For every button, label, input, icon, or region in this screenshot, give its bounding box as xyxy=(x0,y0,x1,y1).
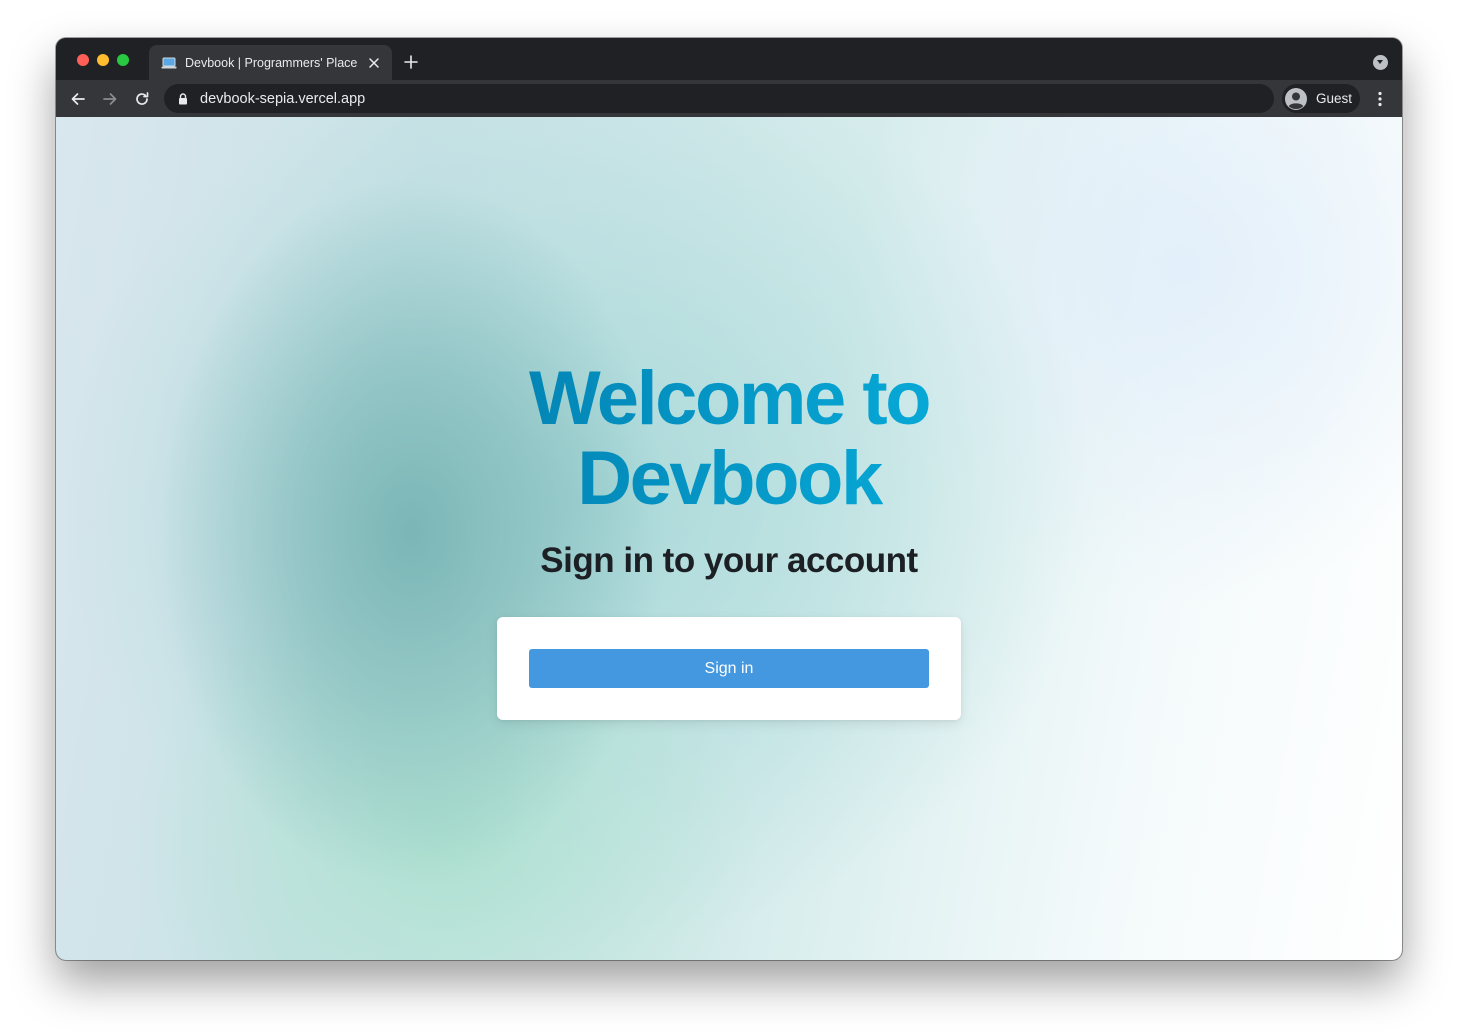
profile-name: Guest xyxy=(1316,91,1353,106)
minimize-window-button[interactable] xyxy=(97,54,109,66)
maximize-window-button[interactable] xyxy=(117,54,129,66)
browser-menu-button[interactable] xyxy=(1370,88,1390,110)
tab-close-icon[interactable] xyxy=(366,55,382,71)
address-bar[interactable]: devbook-sepia.vercel.app xyxy=(164,84,1274,113)
avatar-icon xyxy=(1285,87,1307,110)
close-window-button[interactable] xyxy=(77,54,89,66)
browser-window: Devbook | Programmers' Place devbook-sep… xyxy=(56,38,1402,960)
signin-subtitle: Sign in to your account xyxy=(540,541,918,580)
signin-card: Sign in xyxy=(497,617,961,720)
profile-button[interactable]: Guest xyxy=(1282,84,1360,113)
new-tab-button[interactable] xyxy=(400,51,422,73)
plus-icon xyxy=(404,55,418,69)
browser-toolbar: devbook-sepia.vercel.app Guest xyxy=(56,80,1402,117)
tab-title: Devbook | Programmers' Place xyxy=(185,55,358,70)
more-vertical-icon xyxy=(1378,91,1382,107)
arrow-right-icon xyxy=(103,93,117,105)
reload-icon xyxy=(136,92,149,105)
tab-search-button[interactable] xyxy=(1373,55,1388,70)
browser-tab-active[interactable]: Devbook | Programmers' Place xyxy=(149,45,392,80)
arrow-left-icon xyxy=(71,93,85,105)
sign-in-button[interactable]: Sign in xyxy=(529,649,929,688)
back-button[interactable] xyxy=(67,88,89,110)
title-line-1: Welcome to xyxy=(528,356,930,441)
page-viewport: Welcome to Devbook Sign in to your accou… xyxy=(56,117,1402,960)
url-text[interactable]: devbook-sepia.vercel.app xyxy=(200,91,365,107)
laptop-icon xyxy=(161,55,177,71)
page-title: Welcome to Devbook xyxy=(529,359,929,519)
hero: Welcome to Devbook xyxy=(56,359,1402,519)
title-line-2: Devbook xyxy=(577,436,881,521)
lock-icon[interactable] xyxy=(176,92,190,106)
reload-button[interactable] xyxy=(131,88,153,110)
forward-button[interactable] xyxy=(99,88,121,110)
tab-strip: Devbook | Programmers' Place xyxy=(56,38,1402,80)
